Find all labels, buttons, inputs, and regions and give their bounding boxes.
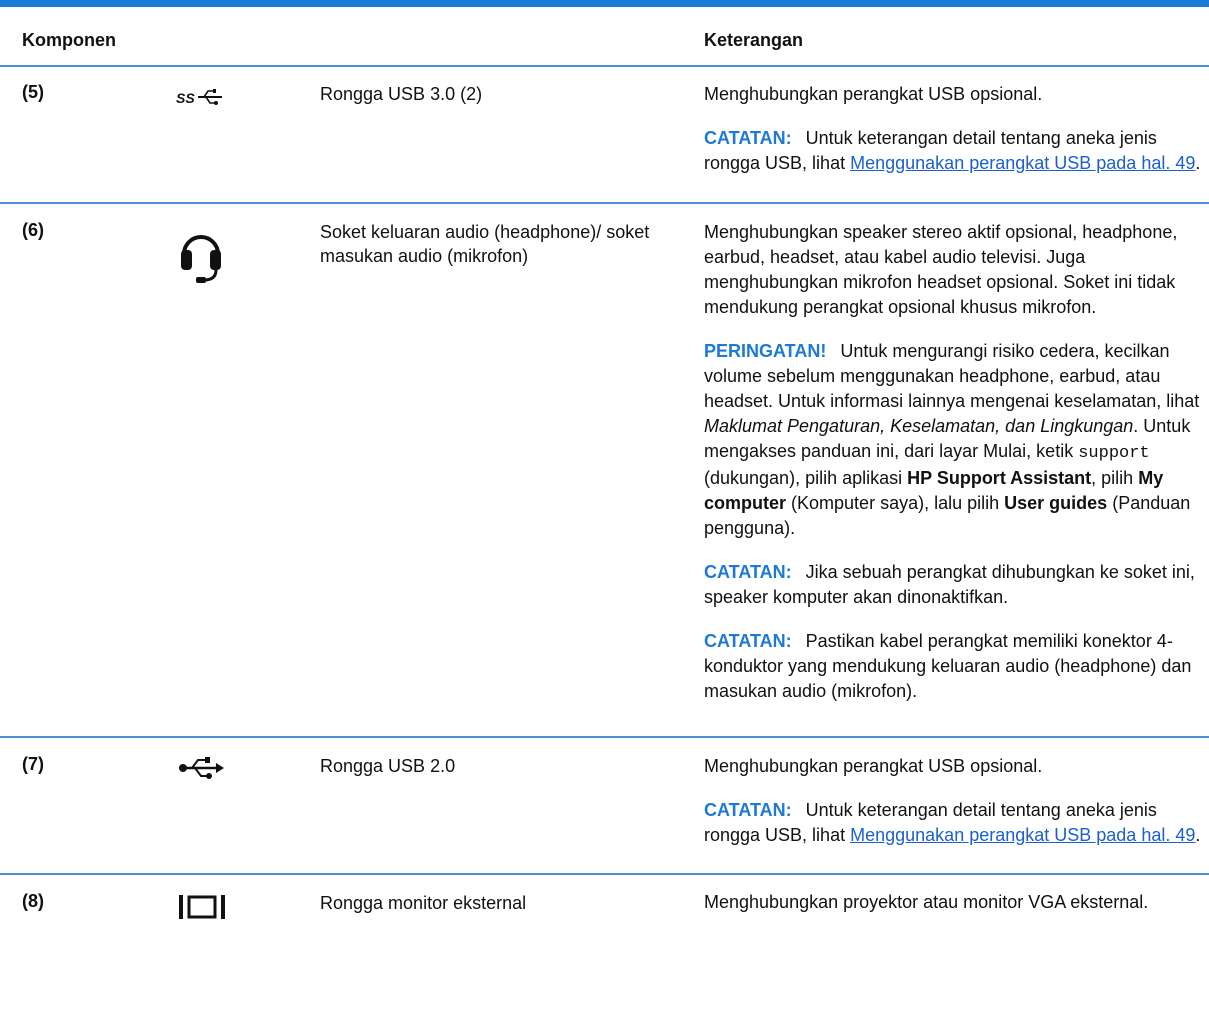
- warning-guide-title: Maklumat Pengaturan, Keselamatan, dan Li…: [704, 416, 1134, 436]
- warning-app-name: HP Support Assistant: [907, 468, 1092, 488]
- warning-menu-item: User guides: [1004, 493, 1108, 513]
- row-number: (7): [22, 754, 44, 774]
- svg-text:SS: SS: [176, 90, 195, 106]
- row-rule: [0, 873, 1209, 875]
- note-label: CATATAN:: [704, 562, 792, 582]
- note: CATATAN: Untuk keterangan detail tentang …: [704, 128, 1201, 173]
- headset-icon: [181, 235, 221, 283]
- row-number: (6): [22, 220, 44, 240]
- top-rule: [0, 0, 1209, 7]
- warning-text: , pilih: [1091, 468, 1134, 488]
- row-rule: [0, 202, 1209, 204]
- header-description: Keterangan: [704, 30, 804, 50]
- row-rule: [0, 736, 1209, 738]
- warning-label: PERINGATAN!: [704, 341, 827, 361]
- warning: PERINGATAN! Untuk mengurangi risiko ceder…: [704, 339, 1204, 541]
- description-text: Menghubungkan speaker stereo aktif opsio…: [704, 222, 1178, 317]
- row-number: (5): [22, 82, 44, 102]
- header-component: Komponen: [22, 30, 116, 50]
- note: CATATAN: Jika sebuah perangkat dihubungka…: [704, 560, 1204, 610]
- note-label: CATATAN:: [704, 631, 792, 651]
- header-rule: [0, 65, 1209, 67]
- warning-text: (dukungan), pilih aplikasi: [704, 468, 903, 488]
- usb-icon: [179, 757, 224, 779]
- component-name: Rongga USB 2.0: [320, 756, 456, 776]
- description-text: Menghubungkan perangkat USB opsional.: [704, 84, 1043, 104]
- usb-devices-link[interactable]: Menggunakan perangkat USB pada hal. 49: [850, 153, 1195, 173]
- component-name: Soket keluaran audio (headphone)/ soket …: [320, 222, 650, 266]
- description-text: Menghubungkan proyektor atau monitor VGA…: [704, 892, 1149, 912]
- note: CATATAN: Untuk keterangan detail tentang …: [704, 800, 1201, 845]
- warning-command: support: [1078, 444, 1150, 463]
- usb-superspeed-icon: SS: [176, 89, 222, 106]
- note-label: CATATAN:: [704, 128, 792, 148]
- note-label: CATATAN:: [704, 800, 792, 820]
- row-number: (8): [22, 891, 44, 911]
- note: CATATAN: Pastikan kabel perangkat memilik…: [704, 629, 1204, 704]
- description: Menghubungkan perangkat USB opsional. CA…: [704, 754, 1204, 867]
- description: Menghubungkan perangkat USB opsional. CA…: [704, 82, 1204, 195]
- component-name: Rongga USB 3.0 (2): [320, 84, 483, 104]
- usb-devices-link[interactable]: Menggunakan perangkat USB pada hal. 49: [850, 825, 1195, 845]
- description: Menghubungkan speaker stereo aktif opsio…: [704, 220, 1204, 723]
- description-text: Menghubungkan perangkat USB opsional.: [704, 756, 1043, 776]
- description: Menghubungkan proyektor atau monitor VGA…: [704, 891, 1204, 932]
- external-monitor-icon: [179, 895, 225, 919]
- component-name: Rongga monitor eksternal: [320, 893, 527, 913]
- warning-text: (Komputer saya), lalu pilih: [791, 493, 1000, 513]
